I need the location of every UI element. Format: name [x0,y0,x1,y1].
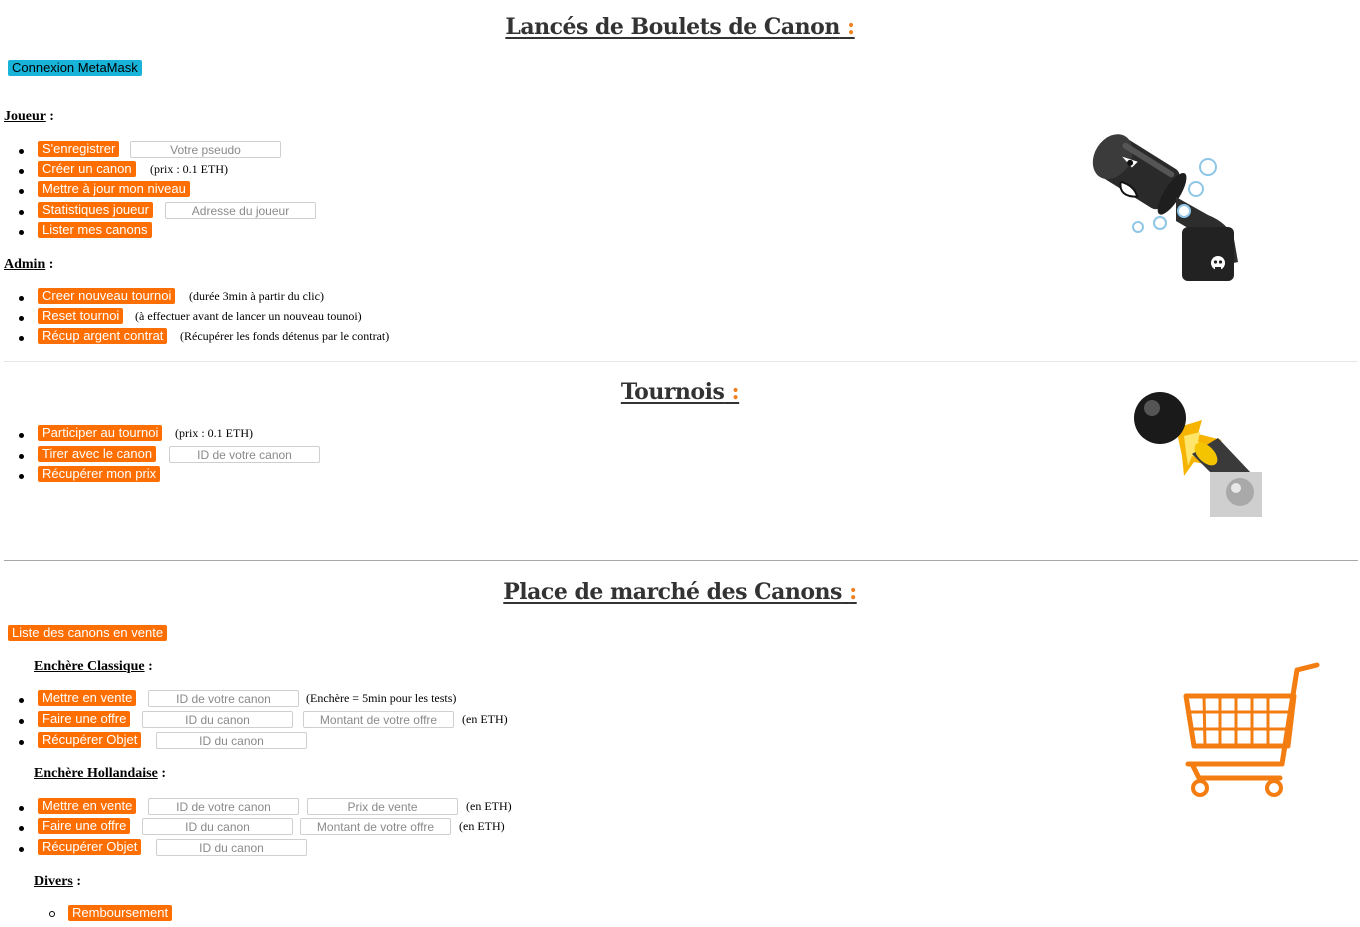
dutch-bid-canon-id-input[interactable] [142,818,293,835]
section-divider [4,560,1358,561]
dutch-auction-heading: Enchère Hollandaise : [34,766,166,781]
dutch-bid-amount-input[interactable] [300,818,451,835]
classic-bid-amount-input[interactable] [303,711,454,728]
dutch-bid-button[interactable]: Faire une offre [38,818,131,834]
dutch-auction-heading-text: Enchère Hollandaise [34,766,158,781]
dutch-claim-canon-id-input[interactable] [156,839,307,856]
withdraw-contract-funds-button[interactable]: Récup argent contrat [38,328,168,344]
list-my-canons-button[interactable]: Lister mes canons [38,222,152,238]
register-button[interactable]: S'enregistrer [38,141,120,157]
classic-bid-unit-note: (en ETH) [462,712,508,726]
player-heading: Joueur : [4,109,54,124]
fire-canon-id-input[interactable] [169,446,320,463]
title-colon: : [847,14,855,40]
join-tournament-button[interactable]: Participer au tournoi [38,425,163,441]
classic-sell-canon-id-input[interactable] [148,690,299,707]
list-bullet [19,316,24,321]
list-bullet [19,210,24,215]
list-bullet [19,149,24,154]
reset-tournament-button[interactable]: Reset tournoi [38,308,124,324]
player-heading-text: Joueur [4,109,46,124]
list-bullet [19,806,24,811]
list-bullet [19,169,24,174]
list-bullet [19,826,24,831]
list-canons-on-sale-button[interactable]: Liste des canons en vente [8,625,168,641]
admin-heading-text: Admin [4,257,46,272]
classic-bid-canon-id-input[interactable] [142,711,293,728]
dutch-sell-button[interactable]: Mettre en vente [38,798,137,814]
section-divider [4,361,1358,362]
create-tournament-note: (durée 3min à partir du clic) [189,289,324,303]
claim-prize-button[interactable]: Récupérer mon prix [38,466,161,482]
list-bullet [19,454,24,459]
classic-claim-canon-id-input[interactable] [156,732,307,749]
classic-sell-button[interactable]: Mettre en vente [38,690,137,706]
list-bullet-circle [49,911,55,917]
dutch-sell-unit-note: (en ETH) [466,799,512,813]
shopping-cart-icon [1183,662,1320,797]
create-tournament-button[interactable]: Creer nouveau tournoi [38,288,176,304]
marketplace-title-text: Place de marché des Canons [503,579,842,605]
cannon-firing-icon [1134,392,1262,517]
dutch-bid-unit-note: (en ETH) [459,819,505,833]
list-bullet [19,740,24,745]
list-bullet [19,847,24,852]
classic-sell-note: (Enchère = 5min pour les tests) [306,691,457,705]
pseudo-input[interactable] [130,141,281,158]
page-title-text: Lancés de Boulets de Canon [505,14,840,40]
list-bullet [19,230,24,235]
player-address-input[interactable] [165,202,316,219]
title-colon: : [849,579,857,605]
update-level-button[interactable]: Mettre à jour mon niveau [38,181,190,197]
create-canon-button[interactable]: Créer un canon [38,161,136,177]
refund-button[interactable]: Remboursement [68,905,173,921]
dutch-sell-price-input[interactable] [307,798,458,815]
classic-claim-item-button[interactable]: Récupérer Objet [38,732,142,748]
classic-auction-heading: Enchère Classique : [34,659,153,674]
reset-tournament-note: (à effectuer avant de lancer un nouveau … [135,309,362,323]
admin-heading: Admin : [4,257,54,272]
list-bullet [19,433,24,438]
metamask-connect-button[interactable]: Connexion MetaMask [8,60,142,76]
tournament-title-text: Tournois [620,379,725,405]
classic-bid-button[interactable]: Faire une offre [38,711,131,727]
create-canon-price-note: (prix : 0.1 ETH) [150,162,228,176]
list-bullet [19,719,24,724]
list-bullet [19,474,24,479]
dutch-sell-canon-id-input[interactable] [148,798,299,815]
join-tournament-price-note: (prix : 0.1 ETH) [175,426,253,440]
player-stats-button[interactable]: Statistiques joueur [38,202,153,218]
dutch-claim-item-button[interactable]: Récupérer Objet [38,839,142,855]
title-colon: : [731,379,740,405]
list-bullet [19,336,24,341]
list-bullet [19,698,24,703]
classic-auction-heading-text: Enchère Classique [34,659,145,674]
list-bullet [19,189,24,194]
bullet-bill-cannon-icon [1092,134,1238,281]
marketplace-title: Place de marché des Canons : [0,579,1360,605]
withdraw-contract-note: (Récupérer les fonds détenus par le cont… [180,329,390,343]
list-bullet [19,296,24,301]
fire-cannon-button[interactable]: Tirer avec le canon [38,446,157,462]
misc-heading: Divers : [34,874,82,889]
misc-heading-text: Divers [34,874,73,889]
page-title: Lancés de Boulets de Canon : [0,14,1360,40]
